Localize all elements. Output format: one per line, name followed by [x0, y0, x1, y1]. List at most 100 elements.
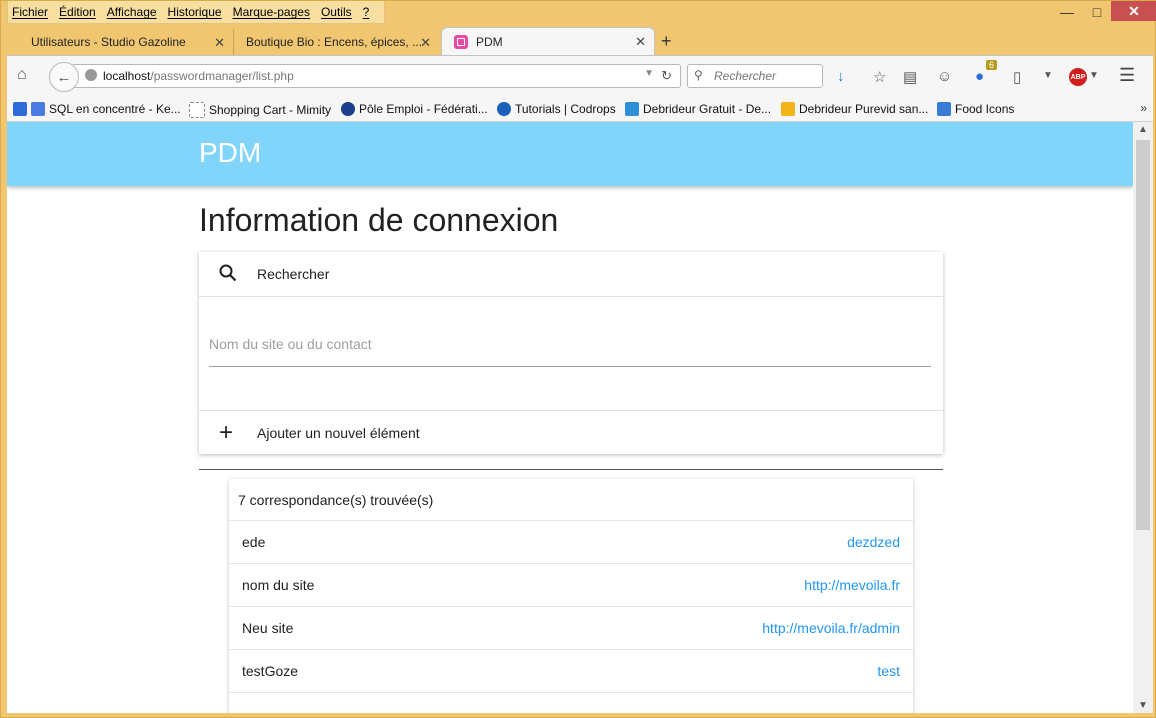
menu-affichage[interactable]: Affichage	[107, 5, 157, 19]
list-item[interactable]	[229, 693, 913, 713]
chevron-down-icon[interactable]: ▼	[1043, 70, 1053, 81]
menu-help[interactable]: ?	[363, 5, 370, 19]
bookmark-label: Tutorials | Codrops	[515, 102, 616, 116]
close-tab-icon[interactable]: ✕	[420, 35, 431, 51]
chevron-down-icon[interactable]: ▼	[1089, 70, 1099, 81]
bookmark-debrideur-purevid[interactable]: Debrideur Purevid san...	[781, 102, 928, 116]
vertical-scrollbar[interactable]: ▲ ▼	[1133, 122, 1153, 713]
item-link[interactable]: http://mevoila.fr/admin	[762, 620, 900, 636]
add-item-button[interactable]: + Ajouter un nouvel élément	[199, 410, 943, 455]
browser-window: Fichier Édition Affichage Historique Mar…	[0, 0, 1156, 718]
reading-list-icon[interactable]: ▤	[903, 68, 917, 86]
clipboard-icon[interactable]: ▯	[1013, 68, 1021, 86]
adblock-icon[interactable]: ABP	[1069, 68, 1087, 86]
more-bookmarks-icon[interactable]: »	[1140, 101, 1147, 115]
tab-label: Boutique Bio : Encens, épices, ...	[246, 35, 423, 49]
item-name: Neu site	[242, 620, 294, 636]
bookmark-label: Debrideur Purevid san...	[799, 102, 929, 116]
google-favicon-icon	[31, 102, 45, 116]
brand-title[interactable]: PDM	[199, 137, 261, 169]
menu-fichier[interactable]: Fichier	[12, 5, 48, 19]
menu-bar: Fichier Édition Affichage Historique Mar…	[7, 1, 386, 24]
bookmark-food-icons[interactable]: Food Icons	[937, 102, 1014, 116]
item-name: nom du site	[242, 577, 315, 593]
play-favicon-icon	[625, 102, 639, 116]
browser-search-box[interactable]: ⚲	[687, 64, 823, 88]
home-icon[interactable]: ⌂	[17, 66, 27, 84]
pdm-favicon-icon	[454, 34, 468, 49]
browser-search-input[interactable]	[712, 68, 816, 84]
list-item[interactable]: nom du site http://mevoila.fr	[229, 564, 913, 607]
menu-outils[interactable]: Outils	[321, 5, 352, 19]
add-item-label: Ajouter un nouvel élément	[257, 425, 420, 441]
tab-utilisateurs[interactable]: Utilisateurs - Studio Gazoline ✕	[19, 29, 233, 55]
menu-historique[interactable]: Historique	[168, 5, 222, 19]
debrideur-favicon-icon	[781, 102, 795, 116]
bookmark-label: Shopping Cart - Mimity	[209, 103, 332, 117]
item-name: ede	[242, 534, 266, 550]
search-icon: ⚲	[694, 68, 703, 82]
item-link[interactable]: http://mevoila.fr	[804, 577, 900, 593]
menu-edition[interactable]: Édition	[59, 5, 96, 19]
url-path: /passwordmanager/list.php	[150, 69, 294, 83]
site-contact-field	[209, 332, 931, 367]
reload-icon[interactable]: ↻	[661, 68, 672, 84]
search-icon	[219, 264, 237, 287]
page-title: Information de connexion	[199, 202, 559, 238]
bookmark-star-icon[interactable]: ☆	[873, 68, 886, 86]
list-item[interactable]: ede dezdzed	[229, 521, 913, 564]
search-header[interactable]: Rechercher	[199, 252, 943, 297]
minimize-button[interactable]: —	[1051, 1, 1083, 23]
url-text[interactable]: localhost/passwordmanager/list.php	[103, 69, 294, 83]
bookmark-label: Pôle Emploi - Fédérati...	[359, 102, 488, 116]
extension-badge: 6	[986, 60, 998, 70]
search-card: Rechercher + Ajouter un nouvel élément	[199, 252, 943, 454]
codrops-favicon-icon	[497, 102, 511, 116]
close-tab-icon[interactable]: ✕	[214, 35, 225, 51]
bookmark-label: Debrideur Gratuit - De...	[643, 102, 772, 116]
bookmark-label: Food Icons	[955, 102, 1015, 116]
pole-emploi-favicon-icon	[341, 102, 355, 116]
navigation-toolbar: ⌂ localhost/passwordmanager/list.php ▼ ↻…	[7, 55, 1153, 98]
chat-icon[interactable]: ☺	[937, 68, 952, 85]
results-count: 7 correspondance(s) trouvée(s)	[229, 479, 913, 521]
tab-boutique-bio[interactable]: Boutique Bio : Encens, épices, ... ✕	[233, 29, 439, 55]
bookmark-shopping-cart[interactable]: Shopping Cart - Mimity	[189, 102, 331, 118]
menu-marque-pages[interactable]: Marque-pages	[233, 5, 310, 19]
tab-label: PDM	[476, 34, 503, 49]
close-tab-icon[interactable]: ✕	[635, 34, 646, 50]
page-favicon-icon	[189, 102, 205, 118]
globe-icon	[85, 69, 97, 81]
tab-pdm[interactable]: PDM ✕	[441, 27, 655, 55]
tab-label: Utilisateurs - Studio Gazoline	[31, 35, 186, 49]
bookmark-codrops[interactable]: Tutorials | Codrops	[497, 102, 616, 116]
page-content: PDM Information de connexion Rechercher …	[7, 122, 1133, 713]
results-list: 7 correspondance(s) trouvée(s) ede dezdz…	[229, 479, 913, 713]
scrollbar-thumb[interactable]	[1136, 140, 1150, 530]
maximize-button[interactable]: □	[1083, 1, 1111, 23]
item-link[interactable]: dezdzed	[847, 534, 900, 550]
bookmarks-toolbar: SQL en concentré - Ke... Shopping Cart -…	[7, 97, 1153, 122]
back-button[interactable]: ←	[49, 62, 79, 92]
sql-favicon-icon	[13, 102, 27, 116]
bookmark-debrideur-gratuit[interactable]: Debrideur Gratuit - De...	[625, 102, 771, 116]
download-icon[interactable]: ↓	[837, 68, 845, 85]
list-item[interactable]: testGoze test	[229, 650, 913, 693]
hamburger-menu-icon[interactable]: ☰	[1119, 65, 1135, 86]
close-window-button[interactable]: ✕	[1111, 1, 1156, 21]
scroll-up-icon[interactable]: ▲	[1138, 124, 1148, 135]
site-contact-input[interactable]	[209, 332, 931, 356]
bookmark-sql[interactable]: SQL en concentré - Ke...	[13, 102, 181, 116]
food-icons-favicon-icon	[937, 102, 951, 116]
bookmark-pole-emploi[interactable]: Pôle Emploi - Fédérati...	[341, 102, 488, 116]
tab-strip: Utilisateurs - Studio Gazoline ✕ Boutiqu…	[1, 27, 1156, 55]
extension-icon[interactable]: ●	[975, 68, 984, 85]
divider	[199, 469, 943, 470]
scroll-down-icon[interactable]: ▼	[1138, 700, 1148, 711]
new-tab-button[interactable]: +	[661, 31, 672, 52]
list-item[interactable]: Neu site http://mevoila.fr/admin	[229, 607, 913, 650]
url-dropdown-icon[interactable]: ▼	[644, 68, 654, 79]
item-link[interactable]: test	[877, 663, 900, 679]
item-name: testGoze	[242, 663, 299, 679]
url-bar[interactable]: localhost/passwordmanager/list.php ▼ ↻	[73, 64, 681, 88]
